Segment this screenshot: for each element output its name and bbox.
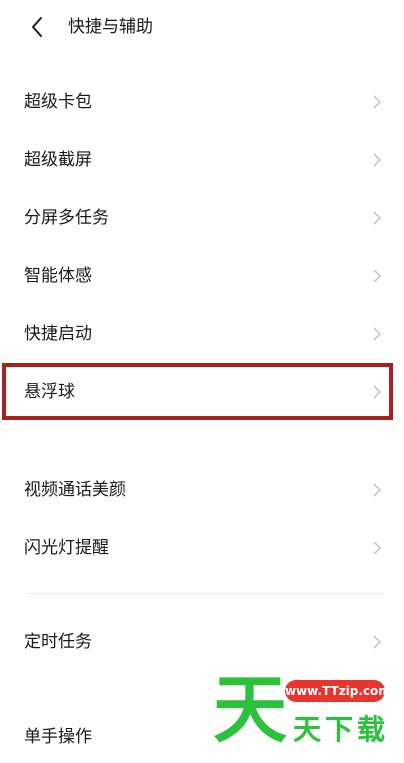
chevron-right-icon [372,94,382,110]
settings-item-label: 闪光灯提醒 [24,538,109,558]
section-divider [28,593,384,594]
chevron-right-icon [372,210,382,226]
settings-item-label: 超级卡包 [24,92,92,112]
chevron-right-icon [372,384,382,400]
settings-item-video-call-beauty[interactable]: 视频通话美颜 [0,464,404,516]
settings-item-quick-launch[interactable]: 快捷启动 [0,308,404,360]
settings-item-label: 分屏多任务 [24,208,109,228]
settings-item-label: 快捷启动 [24,324,92,344]
chevron-right-icon [372,268,382,284]
settings-item-one-hand-mode[interactable]: 单手操作 [0,711,404,763]
settings-item-label: 悬浮球 [24,382,75,402]
settings-item-floating-ball[interactable]: 悬浮球 [0,366,404,418]
chevron-right-icon [372,326,382,342]
settings-item-label: 单手操作 [24,727,92,747]
settings-item-label: 视频通话美颜 [24,480,126,500]
settings-item-split-screen[interactable]: 分屏多任务 [0,192,404,244]
settings-item-smart-motion[interactable]: 智能体感 [0,250,404,302]
chevron-right-icon [372,634,382,650]
settings-item-super-screenshot[interactable]: 超级截屏 [0,134,404,186]
settings-item-label: 智能体感 [24,266,92,286]
chevron-right-icon [372,482,382,498]
settings-list: 超级卡包 超级截屏 分屏多任务 智能体感 快捷启动 悬浮球 视频通话美颜 闪光灯… [0,0,404,763]
settings-item-label: 超级截屏 [24,150,92,170]
settings-item-scheduled-task[interactable]: 定时任务 [0,616,404,668]
settings-item-flash-reminder[interactable]: 闪光灯提醒 [0,522,404,574]
chevron-right-icon [372,540,382,556]
chevron-right-icon [372,729,382,745]
settings-item-super-card[interactable]: 超级卡包 [0,76,404,128]
settings-item-label: 定时任务 [24,632,92,652]
chevron-right-icon [372,152,382,168]
